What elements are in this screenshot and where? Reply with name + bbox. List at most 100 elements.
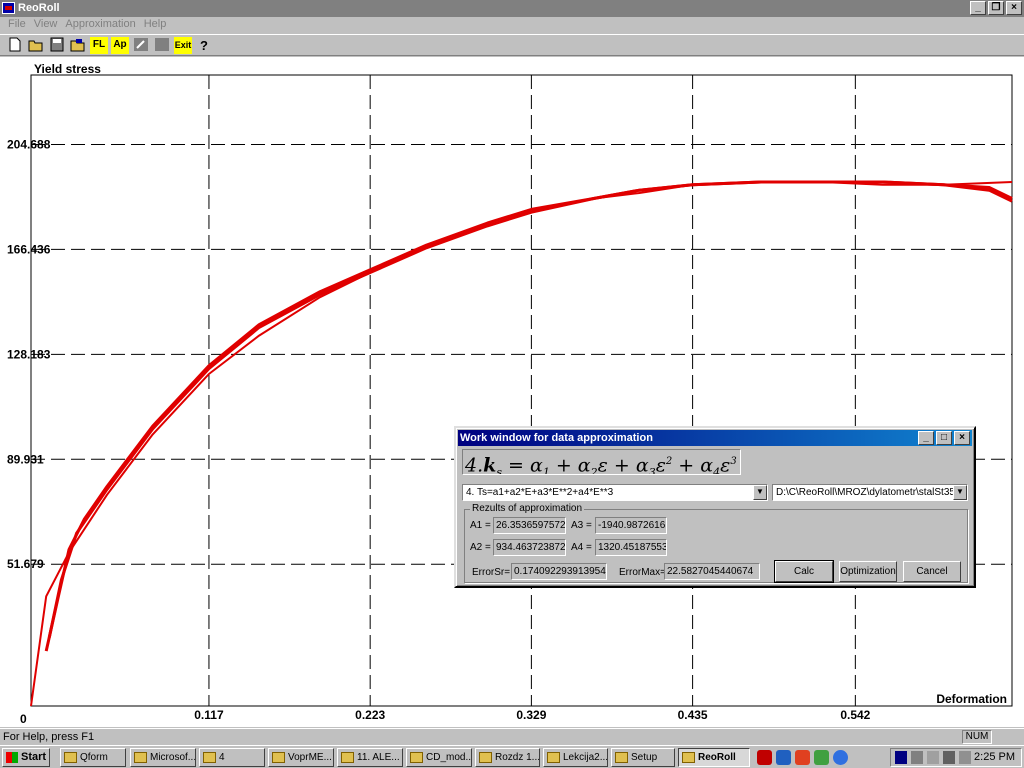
taskbar-button-label: Microsof...	[150, 752, 196, 763]
dialog-minimize-icon[interactable]: _	[918, 431, 934, 445]
task-icon	[615, 752, 628, 763]
menu-bar: File View Approximation Help	[0, 17, 1024, 33]
tray-icon[interactable]	[927, 751, 939, 764]
taskbar-button[interactable]: 4	[199, 748, 265, 767]
fl-button[interactable]: FL	[90, 37, 108, 54]
taskbar-button-label: Rozdz 1...	[495, 752, 540, 763]
plot-frame	[30, 74, 1013, 707]
gray-square-icon[interactable]	[153, 37, 171, 54]
taskbar-button-label: VoprME...	[288, 752, 332, 763]
dialog-title-bar: Work window for data approximation _ □ ×	[458, 430, 972, 446]
tray-icon[interactable]	[943, 751, 955, 764]
taskbar-button-label: Lekcija2...	[563, 752, 608, 763]
system-tray: 2:25 PM	[890, 748, 1022, 767]
file-select[interactable]: D:\C\ReoRoll\MROZ\dylatometr\stalSt35 ▼	[772, 484, 968, 501]
taskbar-button[interactable]: Lekcija2...	[543, 748, 608, 767]
menu-file[interactable]: File	[4, 17, 30, 33]
y-axis-label: Yield stress	[34, 62, 101, 76]
quick-launch-icon[interactable]	[795, 750, 810, 765]
menu-approximation[interactable]: Approximation	[61, 17, 139, 33]
save-icon[interactable]	[48, 37, 66, 54]
taskbar-button-label: Setup	[631, 752, 658, 763]
task-icon	[64, 752, 77, 763]
chevron-down-icon[interactable]: ▼	[953, 485, 967, 500]
taskbar-button-label: 4	[219, 752, 225, 763]
yield-stress-chart: 0.117 0.223 0.329 0.435 0.542 204.688 166.436 1…	[7, 62, 1013, 726]
a3-label: A3 =	[571, 520, 592, 531]
y-tick-label: 166.436	[7, 242, 51, 256]
a3-value: -1940.9872616	[595, 517, 667, 534]
error-max-value: 22.5827045440674	[664, 563, 760, 580]
x-tick-label: 0.117	[194, 708, 224, 722]
task-icon	[134, 752, 147, 763]
restore-icon[interactable]: ❐	[988, 1, 1004, 15]
pencil-icon[interactable]	[132, 37, 150, 54]
taskbar-button-label: Qform	[80, 752, 108, 763]
chevron-down-icon[interactable]: ▼	[753, 485, 767, 500]
results-group: Rezults of approximation A1 = 26.3536597…	[464, 503, 968, 583]
taskbar-button[interactable]: VoprME...	[268, 748, 334, 767]
task-icon	[547, 752, 560, 763]
calc-button[interactable]: Calc	[774, 560, 834, 583]
cancel-button[interactable]: Cancel	[903, 561, 961, 582]
menu-help[interactable]: Help	[140, 17, 171, 33]
app-icon	[2, 2, 15, 14]
taskbar-button[interactable]: 11. ALE...	[337, 748, 403, 767]
taskbar-button[interactable]: Rozdz 1...	[475, 748, 540, 767]
results-group-label: Rezults of approximation	[470, 503, 585, 514]
x-axis-label: Deformation	[936, 692, 1007, 706]
task-icon	[410, 752, 423, 763]
ap-button[interactable]: Ap	[111, 37, 129, 54]
menu-view[interactable]: View	[30, 17, 62, 33]
status-bar: For Help, press F1 NUM	[0, 728, 1024, 745]
minimize-icon[interactable]: _	[970, 1, 986, 15]
a1-label: A1 =	[470, 520, 491, 531]
close-icon[interactable]: ×	[1006, 1, 1022, 15]
tray-icon[interactable]	[959, 751, 971, 764]
formula-display: 4.ks = α1 + α2ε + α3ε2 + α4ε3	[462, 449, 741, 475]
tray-icon[interactable]	[895, 751, 907, 764]
svg-text:?: ?	[200, 38, 208, 52]
help-pointer-icon[interactable]: ?	[195, 37, 213, 54]
open-folder-icon[interactable]	[27, 37, 45, 54]
a2-label: A2 =	[470, 542, 491, 553]
exit-button[interactable]: Exit	[174, 37, 192, 54]
quick-launch-icon[interactable]	[757, 750, 772, 765]
optimization-button[interactable]: Optimization	[839, 561, 897, 582]
new-file-icon[interactable]	[6, 37, 24, 54]
error-sr-label: ErrorSr=	[472, 567, 511, 578]
quick-launch-icon[interactable]	[776, 750, 791, 765]
task-icon	[203, 752, 216, 763]
error-max-label: ErrorMax=	[619, 567, 666, 578]
tray-icon[interactable]	[911, 751, 923, 764]
dialog-title: Work window for data approximation	[460, 432, 653, 444]
taskbar-button[interactable]: ReoRoll	[678, 748, 750, 767]
taskbar: Start Qform Microsof... 4 VoprME... 11. ALE.…	[0, 745, 1024, 768]
taskbar-button[interactable]: CD_mod...	[406, 748, 472, 767]
open-data-icon[interactable]	[69, 37, 87, 54]
function-select[interactable]: 4. Ts=a1+a2*E+a3*E**2+a4*E**3 ▼	[462, 484, 768, 501]
task-icon	[341, 752, 354, 763]
dialog-close-icon[interactable]: ×	[954, 431, 970, 445]
quick-launch-icon[interactable]	[814, 750, 829, 765]
app-title-bar: ReoRoll _ ❐ ×	[0, 0, 1024, 17]
y-tick-label: 128.183	[7, 347, 51, 361]
app-title: ReoRoll	[18, 2, 60, 14]
a2-value: 934.463723872	[493, 539, 566, 556]
start-button[interactable]: Start	[2, 748, 50, 767]
origin-label: 0	[20, 712, 27, 726]
y-tick-label: 51.679	[7, 557, 44, 571]
error-sr-value: 0.174092293913954	[511, 563, 607, 580]
taskbar-button[interactable]: Microsof...	[130, 748, 196, 767]
status-help-text: For Help, press F1	[3, 731, 95, 743]
function-select-value: 4. Ts=a1+a2*E+a3*E**2+a4*E**3	[466, 487, 614, 498]
x-tick-label: 0.223	[355, 708, 385, 722]
task-icon	[272, 752, 285, 763]
a1-value: 26.3536597572	[493, 517, 566, 534]
dialog-maximize-icon[interactable]: □	[936, 431, 952, 445]
taskbar-button[interactable]: Setup	[611, 748, 675, 767]
approximation-dialog: Work window for data approximation _ □ ×…	[454, 426, 976, 588]
toolbar: FL Ap Exit ?	[0, 34, 1024, 56]
taskbar-button[interactable]: Qform	[60, 748, 126, 767]
quick-launch-icon[interactable]	[833, 750, 848, 765]
